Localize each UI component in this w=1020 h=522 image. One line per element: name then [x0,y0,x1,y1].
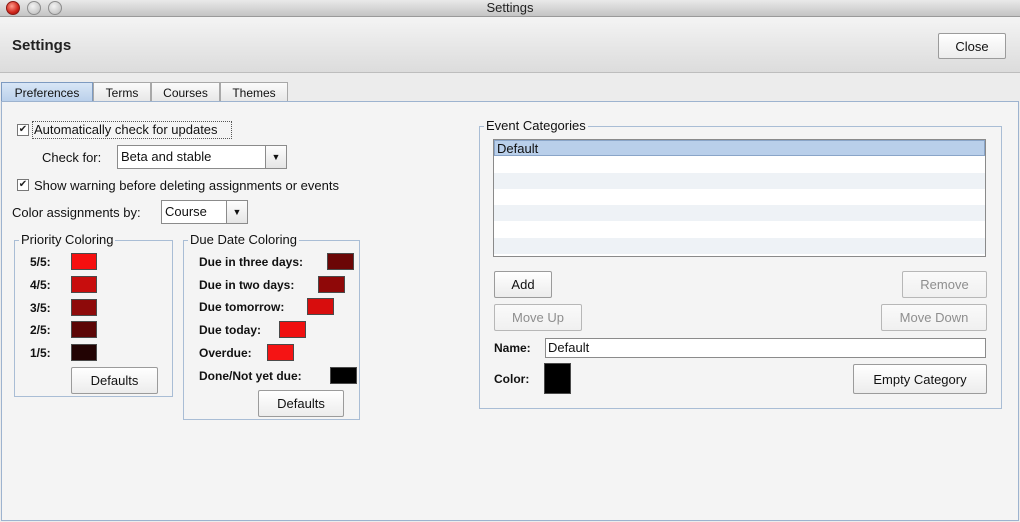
warn-delete-checkbox[interactable]: ✔ [17,179,29,191]
due-date-coloring-title: Due Date Coloring [188,232,299,247]
due-date-swatch[interactable] [267,344,294,361]
page-title: Settings [12,37,72,54]
checkmark-icon: ✔ [18,179,28,190]
priority-label: 4/5: [30,278,51,292]
due-date-label: Overdue: [199,346,252,360]
due-date-swatch[interactable] [327,253,354,270]
chevron-down-icon[interactable]: ▼ [226,201,247,223]
chevron-down-icon[interactable]: ▼ [265,146,286,168]
priority-swatch[interactable] [71,344,97,361]
name-label: Name: [494,341,531,355]
due-date-swatch[interactable] [307,298,334,315]
add-category-button[interactable]: Add [494,271,552,298]
window-title: Settings [486,0,534,15]
color-by-select[interactable]: Course ▼ [161,200,248,224]
priority-defaults-button[interactable]: Defaults [71,367,158,394]
color-by-label: Color assignments by: [12,205,141,220]
event-categories-title: Event Categories [484,118,588,133]
priority-swatch[interactable] [71,299,97,316]
category-color-swatch[interactable] [544,363,571,394]
priority-coloring-title: Priority Coloring [19,232,116,247]
priority-label: 2/5: [30,323,51,337]
check-for-value: Beta and stable [121,149,212,164]
empty-row [494,172,985,189]
warn-delete-label: Show warning before deleting assignments… [34,178,339,193]
empty-category-button[interactable]: Empty Category [853,364,987,394]
auto-update-checkbox[interactable]: ✔ [17,124,29,136]
due-date-swatch[interactable] [330,367,357,384]
remove-category-button[interactable]: Remove [902,271,987,298]
move-down-button[interactable]: Move Down [881,304,987,331]
checkmark-icon: ✔ [18,124,28,135]
category-name-field[interactable]: Default [545,338,986,358]
empty-row [494,221,985,237]
priority-swatch[interactable] [71,253,97,270]
priority-label: 1/5: [30,346,51,360]
due-date-defaults-button[interactable]: Defaults [258,390,344,417]
due-date-swatch[interactable] [318,276,345,293]
priority-label: 5/5: [30,255,51,269]
auto-update-label: Automatically check for updates [34,122,218,137]
move-up-button[interactable]: Move Up [494,304,582,331]
empty-row [494,205,985,222]
empty-row [494,156,985,172]
priority-swatch[interactable] [71,321,97,338]
priority-swatch[interactable] [71,276,97,293]
priority-label: 3/5: [30,301,51,315]
due-date-swatch[interactable] [279,321,306,338]
check-for-select[interactable]: Beta and stable ▼ [117,145,287,169]
color-label: Color: [494,372,530,386]
header: Settings [0,17,1020,73]
tab-themes[interactable]: Themes [220,82,288,102]
due-date-label: Due in two days: [199,278,295,292]
color-by-value: Course [165,204,207,219]
tab-preferences[interactable]: Preferences [1,82,93,102]
close-button[interactable]: Close [938,33,1006,59]
due-date-label: Done/Not yet due: [199,369,302,383]
event-categories-list[interactable]: Default [493,139,986,257]
list-item[interactable]: Default [494,140,985,157]
empty-row [494,237,985,255]
due-date-label: Due in three days: [199,255,304,269]
empty-row [494,189,985,205]
tab-courses[interactable]: Courses [151,82,220,102]
due-date-label: Due tomorrow: [199,300,285,314]
due-date-label: Due today: [199,323,262,337]
check-for-label: Check for: [42,150,102,165]
tab-terms[interactable]: Terms [93,82,151,102]
window-titlebar: Settings [0,0,1020,17]
